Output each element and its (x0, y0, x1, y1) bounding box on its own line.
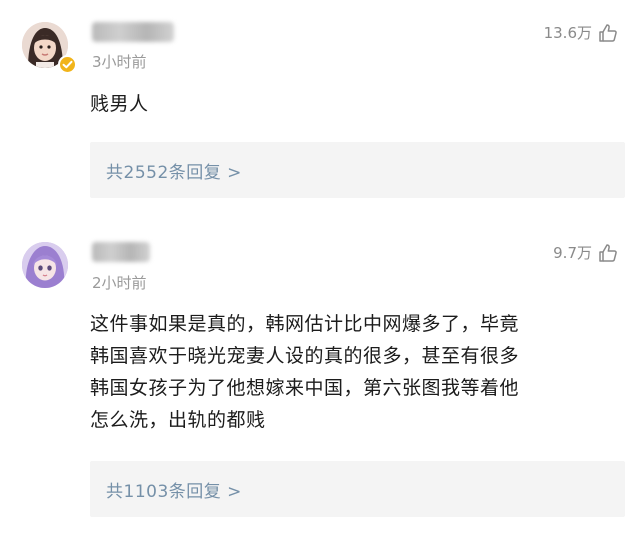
view-replies-button[interactable]: 共2552条回复 > (90, 142, 625, 198)
like-button[interactable]: 13.6万 (544, 22, 618, 43)
comment-item: 2小时前 9.7万 这件事如果是真的，韩网估计比中网爆多了，毕竟 韩国喜欢于晓光… (0, 228, 632, 543)
comment-time: 3小时前 (92, 53, 147, 71)
avatar-girl-purple-hair-icon (22, 242, 68, 288)
reply-count-link[interactable]: 共1103条回复 > (106, 477, 242, 502)
view-replies-button[interactable]: 共1103条回复 > (90, 461, 625, 517)
username-blurred[interactable] (92, 22, 174, 42)
comment-item: 3小时前 13.6万 贱男人 共2552条回复 > (0, 0, 632, 200)
like-count: 13.6万 (543, 24, 592, 42)
username-blurred[interactable] (92, 242, 150, 262)
comment-text: 贱男人 (90, 93, 149, 115)
comment-time: 2小时前 (92, 274, 147, 292)
verified-badge-icon (58, 55, 77, 74)
like-count: 9.7万 (553, 244, 592, 262)
thumbs-up-icon (599, 243, 617, 262)
reply-count-link[interactable]: 共2552条回复 > (106, 158, 242, 183)
like-button[interactable]: 9.7万 (553, 242, 618, 263)
user-avatar[interactable] (22, 242, 68, 288)
comment-text: 这件事如果是真的，韩网估计比中网爆多了，毕竟 韩国喜欢于晓光宠妻人设的真的很多，… (90, 313, 520, 431)
thumbs-up-icon (599, 23, 617, 42)
